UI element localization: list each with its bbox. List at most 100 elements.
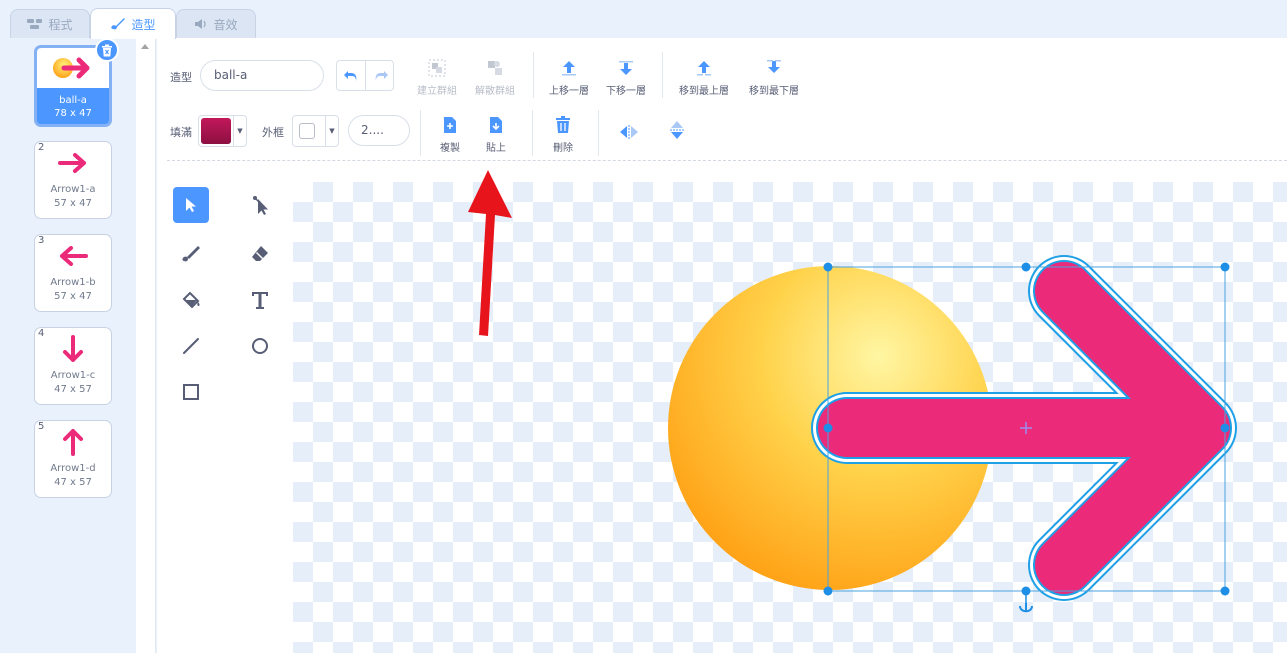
line-tool[interactable]	[173, 328, 209, 364]
costume-name: Arrow1-c	[50, 370, 96, 381]
group-icon	[414, 56, 460, 80]
flip-vertical-button[interactable]	[665, 118, 689, 142]
fill-swatch	[201, 118, 231, 144]
costume-tile-5[interactable]: 5 Arrow1-d 47 x 57	[34, 420, 112, 498]
costume-tile-1[interactable]: 1 ball-a 78 x 47	[34, 38, 119, 127]
chevron-down-icon: ▼	[233, 116, 246, 146]
ungroup-button[interactable]: 解散群組	[472, 56, 518, 97]
costume-size: 47 x 57	[54, 384, 92, 395]
tab-bar: 程式 造型 音效	[0, 0, 1287, 39]
tab-sounds[interactable]: 音效	[176, 9, 256, 38]
tab-code-label: 程式	[48, 17, 73, 32]
brush-icon	[110, 17, 126, 31]
fill-color-picker[interactable]: ▼	[198, 115, 247, 147]
undo-icon	[344, 70, 357, 81]
costume-name: Arrow1-d	[50, 463, 96, 474]
copy-button[interactable]: 複製	[436, 113, 464, 154]
outline-color-picker[interactable]: ▼	[292, 115, 339, 147]
tab-costumes[interactable]: 造型	[90, 8, 176, 39]
redo-button[interactable]	[366, 61, 395, 90]
bring-to-front-label: 移到最上層	[679, 86, 729, 97]
costume-list-scrollbar[interactable]	[136, 38, 156, 653]
fill-tool[interactable]	[173, 282, 209, 318]
flip-horizontal-icon	[617, 120, 641, 144]
annotation-arrow	[468, 170, 512, 336]
outline-label: 外框	[262, 126, 284, 139]
undo-button[interactable]	[337, 61, 366, 90]
delete-button[interactable]: 刪除	[549, 113, 577, 154]
scroll-up-icon[interactable]	[141, 44, 149, 49]
circle-icon	[252, 338, 268, 354]
forward-button[interactable]: 上移一層	[545, 56, 593, 97]
redo-icon	[375, 70, 388, 81]
separator	[533, 52, 534, 98]
ungroup-label: 解散群組	[475, 86, 515, 97]
eraser-icon	[252, 246, 268, 261]
arrow-right-icon	[35, 142, 111, 184]
backward-button[interactable]: 下移一層	[602, 56, 650, 97]
tab-code[interactable]: 程式	[10, 9, 90, 38]
flip-vertical-icon	[665, 118, 689, 142]
copy-icon	[436, 113, 464, 137]
forward-label: 上移一層	[549, 86, 589, 97]
trash-icon	[549, 113, 577, 137]
tab-sounds-label: 音效	[213, 17, 238, 32]
arrow-left-icon	[35, 235, 111, 277]
bring-to-front-icon	[674, 56, 734, 80]
select-icon	[186, 198, 196, 212]
outline-swatch	[299, 123, 315, 139]
costume-name-input[interactable]: ball-a	[200, 60, 324, 91]
costume-name: Arrow1-a	[50, 184, 96, 195]
costume-name: ball-a	[59, 95, 87, 106]
copy-label: 複製	[440, 143, 460, 154]
text-tool[interactable]	[242, 282, 278, 318]
forward-icon	[545, 56, 593, 80]
select-tool[interactable]	[173, 187, 209, 223]
send-to-back-button[interactable]: 移到最下層	[742, 56, 806, 97]
paste-icon	[482, 113, 510, 137]
group-button[interactable]: 建立群組	[414, 56, 460, 97]
costume-name: Arrow1-b	[50, 277, 96, 288]
costume-artwork	[668, 255, 1237, 613]
drawing-canvas[interactable]	[293, 182, 1287, 653]
backward-label: 下移一層	[606, 86, 646, 97]
fill-bucket-icon	[182, 291, 200, 309]
rectangle-icon	[183, 384, 199, 400]
separator	[420, 110, 421, 156]
text-icon	[252, 292, 268, 309]
costume-tile-3[interactable]: 3 Arrow1-b 57 x 47	[34, 234, 112, 312]
send-to-back-label: 移到最下層	[749, 86, 799, 97]
costume-name-label: 造型	[170, 71, 192, 84]
costume-size: 47 x 57	[54, 477, 92, 488]
separator	[598, 110, 599, 156]
delete-label: 刪除	[553, 143, 573, 154]
bring-to-front-button[interactable]: 移到最上層	[674, 56, 734, 97]
speaker-icon	[194, 18, 208, 30]
reshape-icon	[253, 196, 268, 215]
fill-label: 填滿	[170, 126, 192, 139]
reshape-tool[interactable]	[242, 187, 278, 223]
flip-horizontal-button[interactable]	[617, 120, 641, 144]
costume-size: 57 x 47	[54, 198, 92, 209]
delete-costume-button[interactable]	[95, 38, 119, 62]
ungroup-icon	[472, 56, 518, 80]
costume-size: 78 x 47	[54, 108, 92, 119]
paste-label: 貼上	[486, 143, 506, 154]
brush-icon	[182, 246, 200, 262]
code-icon	[27, 18, 43, 30]
brush-tool[interactable]	[173, 236, 209, 272]
tab-costumes-label: 造型	[131, 17, 156, 32]
circle-tool[interactable]	[242, 328, 278, 364]
eraser-tool[interactable]	[242, 236, 278, 272]
line-icon	[183, 338, 199, 354]
costume-tile-2[interactable]: 2 Arrow1-a 57 x 47	[34, 141, 112, 219]
outline-width-input[interactable]: 2....	[348, 115, 410, 146]
separator	[662, 52, 663, 98]
rectangle-tool[interactable]	[173, 374, 209, 410]
arrow-down-icon	[35, 328, 111, 370]
paste-button[interactable]: 貼上	[482, 113, 510, 154]
trash-icon	[102, 44, 112, 56]
send-to-back-icon	[742, 56, 806, 80]
chevron-down-icon: ▼	[325, 116, 338, 146]
costume-tile-4[interactable]: 4 Arrow1-c 47 x 57	[34, 327, 112, 405]
